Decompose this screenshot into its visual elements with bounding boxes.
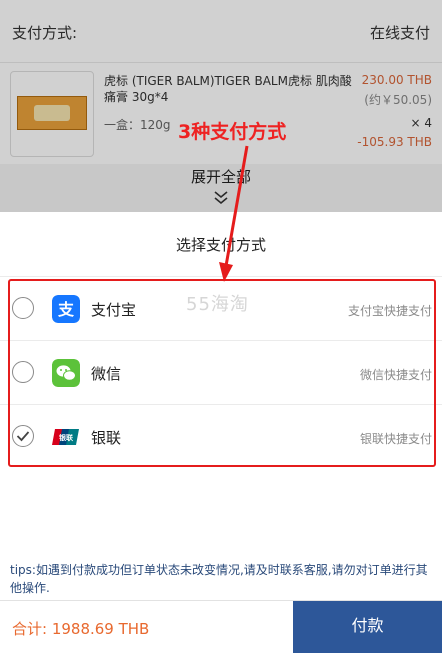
option-name: 微信: [91, 365, 122, 383]
annotation-text: 3种支付方式: [178, 121, 287, 143]
svg-text:支: 支: [57, 300, 75, 319]
dim-overlay: [0, 0, 442, 212]
option-desc: 银联快捷支付: [359, 432, 432, 446]
option-name: 支付宝: [91, 301, 137, 319]
radio-unchecked[interactable]: [12, 297, 34, 319]
order-page-background: 支付方式: 在线支付 虎标 (TIGER BALM)TIGER BALM虎标 肌…: [0, 0, 442, 212]
option-desc: 支付宝快捷支付: [347, 304, 432, 318]
option-desc: 微信快捷支付: [359, 368, 432, 382]
footer-bar: 合计: 1988.69 THB 付款: [0, 600, 442, 653]
radio-checked[interactable]: [12, 425, 34, 447]
pay-button[interactable]: 付款: [293, 601, 442, 653]
order-total: 合计: 1988.69 THB: [12, 620, 150, 638]
svg-text:银联: 银联: [59, 433, 74, 442]
check-icon: [16, 431, 30, 442]
sheet-title: 选择支付方式: [175, 236, 266, 254]
unionpay-icon: 银联: [52, 429, 79, 445]
watermark: 55海淘: [186, 294, 249, 315]
tips-text: tips:如遇到付款成功但订单状态未改变情况,请及时联系客服,请勿对订单进行其他…: [10, 563, 428, 595]
payment-sheet: 选择支付方式 支 支付宝 支付宝快捷支付 微信 微信快捷支付 银联 银联 银联快…: [0, 212, 442, 660]
payment-option-unionpay[interactable]: 银联 银联 银联快捷支付: [0, 404, 442, 468]
wechat-icon: [52, 359, 80, 387]
option-name: 银联: [91, 429, 122, 447]
radio-unchecked[interactable]: [12, 361, 34, 383]
alipay-icon: 支: [52, 295, 80, 323]
payment-option-wechat[interactable]: 微信 微信快捷支付: [0, 340, 442, 404]
